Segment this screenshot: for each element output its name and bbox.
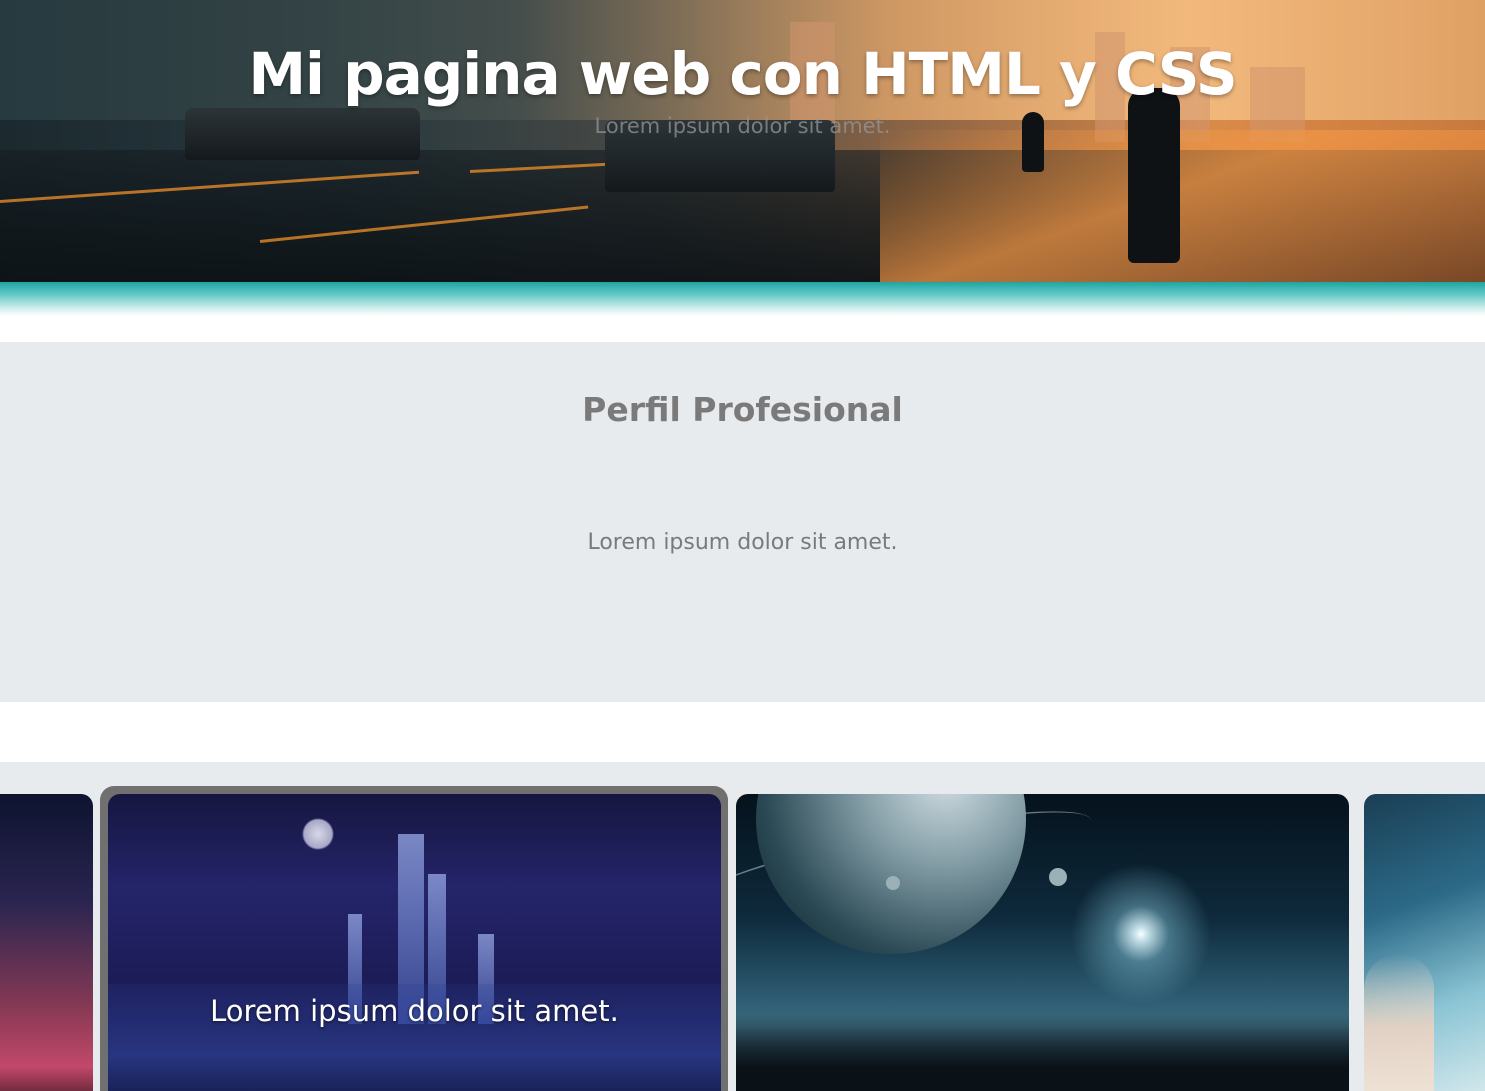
moon: [886, 876, 900, 890]
page-title: Mi pagina web con HTML y CSS: [248, 40, 1237, 108]
hero-divider: [0, 282, 1485, 316]
moon: [1049, 868, 1067, 886]
gallery-card[interactable]: [1364, 794, 1485, 1091]
image-gallery: Lorem ipsum dolor sit amet.: [0, 762, 1485, 1091]
hero-road-glow: [880, 130, 1485, 282]
profile-heading: Perfil Profesional: [582, 390, 903, 429]
page-subtitle: Lorem ipsum dolor sit amet.: [594, 114, 891, 138]
planet: [756, 794, 1026, 954]
card-caption: Lorem ipsum dolor sit amet.: [210, 994, 619, 1028]
gallery-card[interactable]: [0, 794, 93, 1091]
gallery-card[interactable]: [736, 794, 1349, 1091]
profile-section: Perfil Profesional Lorem ipsum dolor sit…: [0, 342, 1485, 702]
gallery-card-active[interactable]: Lorem ipsum dolor sit amet.: [108, 794, 721, 1091]
mountains: [736, 1014, 1349, 1091]
smoke-trail: [1364, 954, 1434, 1091]
hero-banner: Mi pagina web con HTML y CSS Lorem ipsum…: [0, 0, 1485, 282]
profile-text: Lorem ipsum dolor sit amet.: [587, 530, 898, 555]
